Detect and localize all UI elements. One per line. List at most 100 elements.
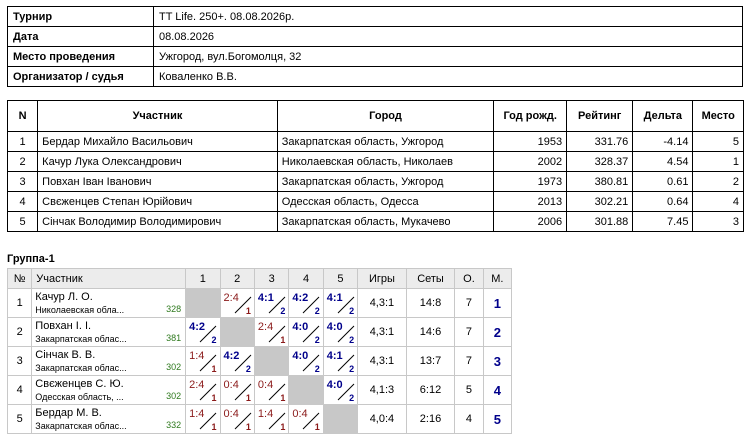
- match-points: 1: [211, 422, 217, 432]
- score-slash-line: [302, 412, 320, 430]
- score-slash-line: [268, 412, 286, 430]
- match-result-cell: 4:1 2: [322, 288, 359, 318]
- participants-column-header: Участник: [37, 100, 278, 132]
- participant-delta: 4.54: [632, 151, 694, 172]
- participants-column-header: Дельта: [632, 100, 694, 132]
- group-participant-rating: 302: [166, 362, 182, 372]
- participant-delta: 0.64: [632, 191, 694, 212]
- participant-year: 2002: [493, 151, 568, 172]
- participant-n: 2: [6, 151, 39, 172]
- group-games: 4,3:1: [357, 346, 407, 376]
- group-participant-city: Николаевская обла...: [35, 305, 125, 315]
- participants-column-header: N: [6, 100, 39, 132]
- self-match-cell: [253, 346, 290, 376]
- score-slash-line: [337, 383, 355, 401]
- participants-column-header: Место: [692, 100, 744, 132]
- group-place: 4: [482, 375, 513, 405]
- group-participant-rating: 381: [166, 333, 182, 343]
- score-slash-line: [199, 354, 217, 372]
- group-column-header: 4: [288, 268, 324, 289]
- group-games: 4,1:3: [357, 375, 407, 405]
- participant-name: Повхан Іван Іванович: [37, 171, 278, 192]
- match-points: 1: [245, 422, 251, 432]
- score-slash-line: [234, 296, 251, 314]
- group-column-header: Игры: [357, 268, 407, 289]
- participant-n: 3: [6, 171, 39, 192]
- participant-delta: 7.45: [632, 211, 694, 232]
- match-points: 1: [314, 422, 320, 432]
- score-slash-line: [337, 354, 355, 372]
- score-slash-line: [199, 325, 217, 343]
- group-participant-cell: Бердар М. В. Закарпатская облас... 332: [31, 404, 187, 434]
- group-participant-city: Закарпатская облас...: [35, 421, 127, 431]
- participant-year: 2006: [493, 211, 568, 232]
- match-points: 2: [349, 335, 355, 345]
- group-results-table: № Участник 1 2 3 4 5 Игры Сеты О. М. 1 Качур Л. О. Н…: [6, 268, 513, 434]
- self-match-cell: [219, 317, 255, 347]
- group-place: 3: [482, 346, 513, 376]
- group-points: 7: [454, 346, 484, 376]
- match-points: 2: [314, 335, 320, 345]
- group-sets: 14:8: [405, 288, 456, 318]
- match-result-cell: 4:0 2: [322, 375, 359, 405]
- participant-place: 3: [692, 211, 744, 232]
- info-label: Турнир: [7, 6, 154, 27]
- score-slash-line: [337, 296, 355, 314]
- participant-row: 3 Повхан Іван Іванович Закарпатская област…: [6, 171, 744, 192]
- participants-header-row: N Участник Город Год рожд. Рейтинг Дельта Мест…: [6, 100, 744, 132]
- group-games: 4,3:1: [357, 288, 407, 318]
- participant-name: Свєженцев Степан Юрійович: [37, 191, 278, 212]
- participant-city: Одесская область, Одесса: [276, 191, 495, 212]
- group-place: 1: [482, 288, 513, 318]
- participant-year: 1973: [493, 171, 568, 192]
- match-result-cell: 0:4 1: [219, 375, 255, 405]
- score-slash-line: [234, 354, 251, 372]
- group-sets: 13:7: [405, 346, 456, 376]
- group-games: 4,0:4: [357, 404, 407, 434]
- info-value: Коваленко В.В.: [153, 66, 743, 87]
- info-row: Место проведения Ужгород, вул.Богомолця, …: [7, 46, 743, 67]
- info-label: Место проведения: [7, 46, 154, 67]
- info-row: Организатор / судья Коваленко В.В.: [7, 66, 743, 87]
- group-sets: 14:6: [405, 317, 456, 347]
- group-points: 7: [454, 288, 484, 318]
- match-points: 1: [211, 364, 217, 374]
- score-slash-line: [199, 412, 217, 430]
- participant-city: Закарпатская область, Мукачево: [276, 211, 495, 232]
- match-result-cell: 4:2 2: [288, 288, 324, 318]
- match-result-cell: 2:4 1: [253, 317, 290, 347]
- score-slash-line: [337, 325, 355, 343]
- participant-rating: 301.88: [566, 211, 634, 232]
- participant-row: 5 Сінчак Володимир Володимирович Закарпатс…: [6, 211, 744, 232]
- info-label: Организатор / судья: [7, 66, 154, 87]
- score-slash-line: [302, 354, 320, 372]
- match-result-cell: 4:2 2: [219, 346, 255, 376]
- info-label: Дата: [7, 26, 154, 47]
- info-value: 08.08.2026: [153, 26, 743, 47]
- info-row: Турнир TT Life. 250+. 08.08.2026р.: [7, 6, 743, 27]
- match-result-cell: 4:0 2: [288, 346, 324, 376]
- self-match-cell: [322, 404, 359, 434]
- participant-city: Николаевская область, Николаев: [276, 151, 495, 172]
- match-points: 2: [314, 364, 320, 374]
- participant-name: Качур Лука Олександрович: [37, 151, 278, 172]
- participant-delta: 0.61: [632, 171, 694, 192]
- score-slash-line: [268, 325, 286, 343]
- group-column-header: О.: [454, 268, 484, 289]
- group-title: Группа-1: [7, 253, 55, 265]
- match-result-cell: 4:1 2: [253, 288, 290, 318]
- match-points: 2: [211, 335, 217, 345]
- group-row: 4 Свєженцев С. Ю. Одесская область, ... 302…: [6, 375, 513, 405]
- match-result-cell: 1:4 1: [253, 404, 290, 434]
- participant-name: Сінчак Володимир Володимирович: [37, 211, 278, 232]
- group-column-header: 5: [322, 268, 359, 289]
- group-column-header: Сеты: [405, 268, 456, 289]
- group-row: 1 Качур Л. О. Николаевская обла... 328 2:4 1 4…: [6, 288, 513, 318]
- match-result-cell: 0:4 1: [288, 404, 324, 434]
- group-participant-city: Закарпатская облас...: [35, 363, 127, 373]
- self-match-cell: [185, 288, 221, 318]
- match-points: 1: [280, 422, 286, 432]
- group-participant-name: Повхан І. І.: [35, 320, 92, 332]
- group-column-header: Участник: [31, 268, 187, 289]
- group-games: 4,3:1: [357, 317, 407, 347]
